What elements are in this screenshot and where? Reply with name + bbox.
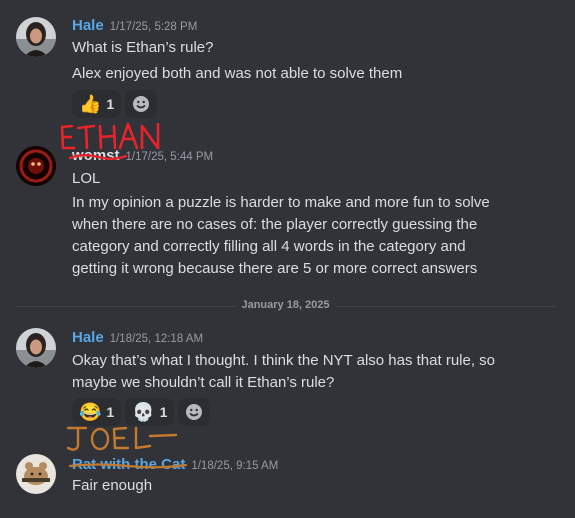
skull-icon: 💀 [132, 402, 155, 422]
add-reaction-button[interactable] [178, 398, 211, 426]
laughing-face-icon: 😂 [79, 402, 102, 422]
avatar-hale[interactable] [16, 17, 56, 57]
reaction-count: 1 [106, 404, 115, 420]
message-text: LOL [72, 170, 101, 187]
message-text: Okay that’s what I thought. I think the … [72, 352, 496, 369]
message-text: What is Ethan’s rule? [72, 39, 214, 56]
avatar-rat-with-the-cat[interactable] [16, 454, 56, 494]
message-text: getting it wrong because there are 5 or … [72, 260, 478, 277]
message-text: when there are no cases of: the player c… [72, 216, 478, 233]
timestamp: 1/18/25, 9:15 AM [191, 460, 279, 472]
reaction-count: 1 [159, 404, 168, 420]
thumbs-up-icon: 👍 [79, 94, 102, 114]
date-divider: January 18, 2025 [16, 299, 555, 311]
strikethrough-scribble [68, 463, 188, 469]
handwritten-annotation-joel [66, 426, 178, 451]
timestamp: 1/17/25, 5:28 PM [109, 21, 198, 33]
smile-icon [186, 404, 203, 420]
date-divider-label: January 18, 2025 [235, 299, 336, 311]
message-text: In my opinion a puzzle is harder to make… [72, 194, 490, 211]
message-text: maybe we shouldn’t call it Ethan’s rule? [72, 374, 335, 391]
author-name[interactable]: Hale [72, 329, 104, 346]
reaction-joy[interactable]: 😂 1 [72, 398, 122, 426]
strikethrough-scribble [68, 154, 128, 160]
reaction-count: 1 [106, 96, 115, 112]
smile-icon [133, 96, 150, 112]
avatar-womst[interactable] [16, 146, 56, 186]
reaction-skull[interactable]: 💀 1 [125, 398, 175, 426]
author-name[interactable]: Hale [72, 17, 104, 34]
message-text: Fair enough [72, 477, 153, 494]
avatar-hale[interactable] [16, 328, 56, 368]
reaction-thumbs-up[interactable]: 👍 1 [72, 90, 122, 118]
message-text: Alex enjoyed both and was not able to so… [72, 65, 403, 82]
timestamp: 1/18/25, 12:18 AM [109, 333, 204, 345]
message-text: category and correctly filling all 4 wor… [72, 238, 466, 255]
timestamp: 1/17/25, 5:44 PM [125, 151, 214, 163]
add-reaction-button[interactable] [125, 90, 158, 118]
